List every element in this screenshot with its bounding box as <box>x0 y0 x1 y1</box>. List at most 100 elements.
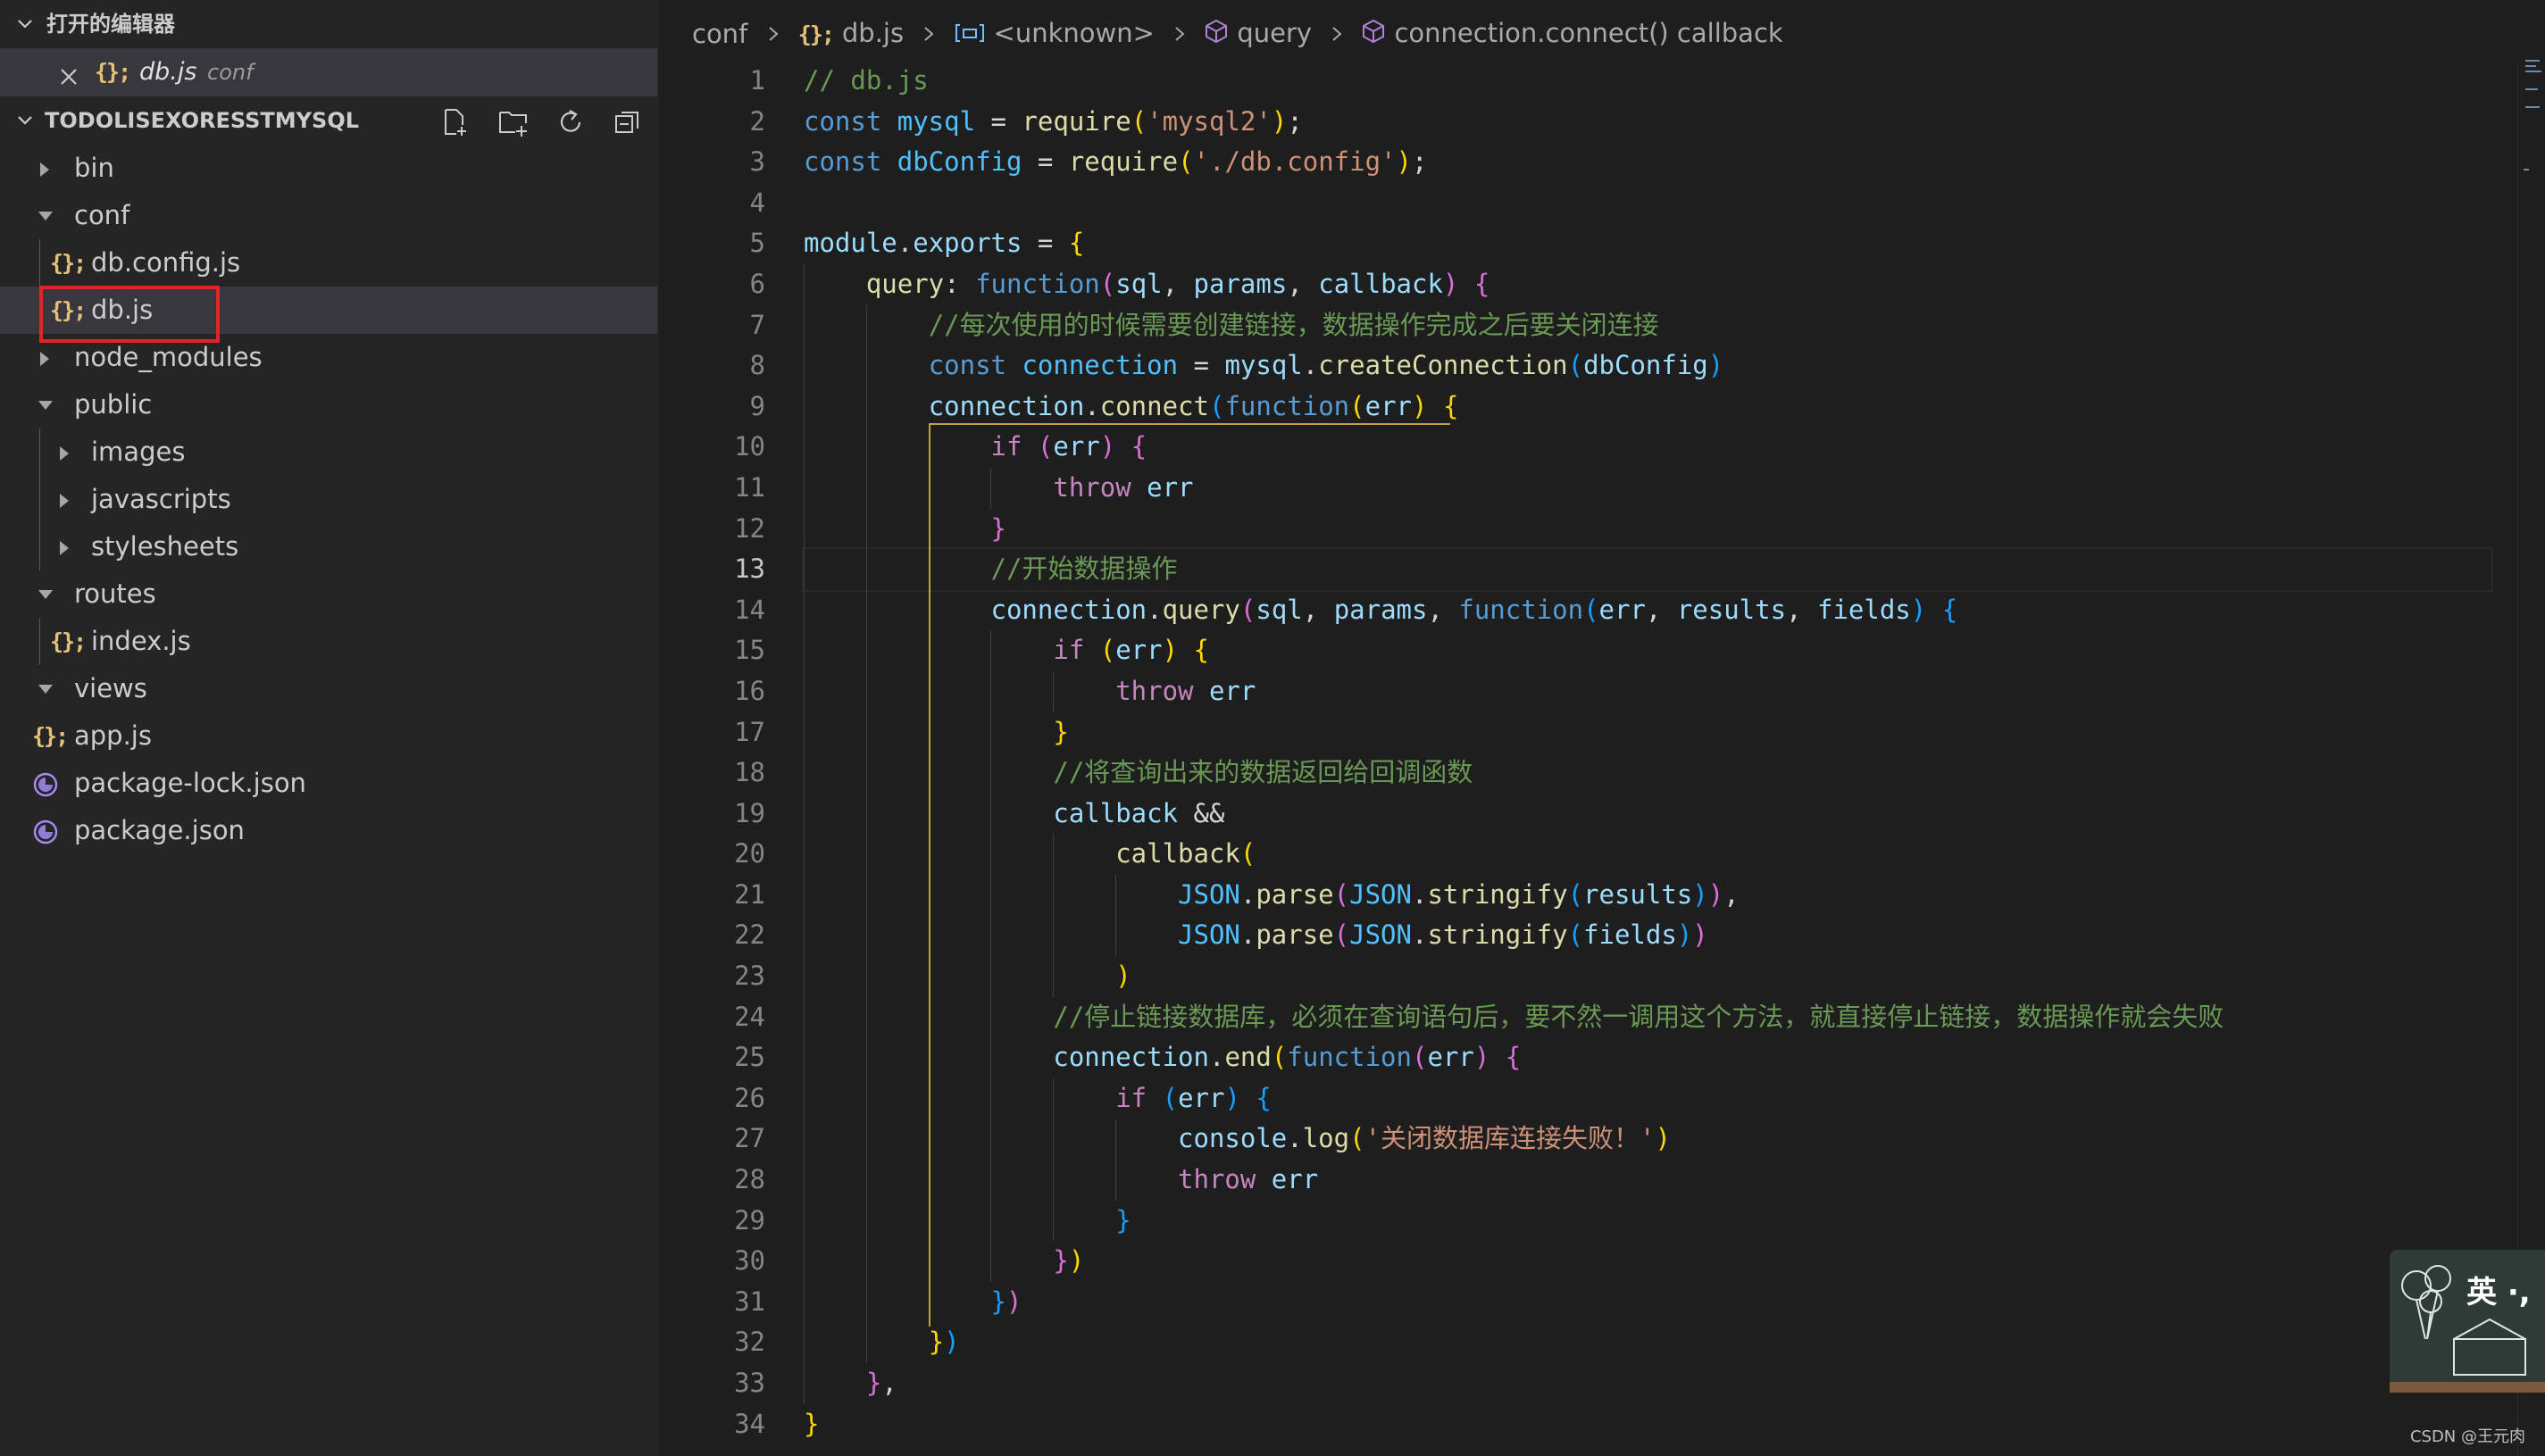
code-area[interactable]: // db.js const mysql = require('mysql2');… <box>802 61 2493 1445</box>
code-line[interactable]: } <box>804 1404 2491 1445</box>
project-header[interactable]: TODOLISEXORESSTMYSQL <box>0 96 657 145</box>
tree-folder-item[interactable]: images <box>0 428 657 476</box>
code-token: } <box>865 1368 882 1398</box>
code-token: err <box>1598 594 1646 625</box>
code-line[interactable]: }, <box>804 1363 2491 1404</box>
collapse-all-icon[interactable] <box>607 96 645 145</box>
line-number: 28 <box>734 1164 765 1195</box>
caret-down-icon[interactable] <box>36 570 55 618</box>
breadcrumb-symbol-query[interactable]: query <box>1205 1 1312 67</box>
breadcrumb-symbol2: query <box>1237 18 1313 48</box>
tree-item-label: stylesheets <box>91 531 239 562</box>
code-token: params <box>1193 268 1288 299</box>
chevron-down-icon[interactable] <box>11 0 38 48</box>
tree-file-item[interactable]: {}; db.config.js <box>0 239 657 287</box>
tree-folder-item[interactable]: routes <box>0 570 657 618</box>
code-line[interactable] <box>804 183 2491 224</box>
open-editor-item[interactable]: {}; db.js conf <box>0 48 657 96</box>
code-line[interactable]: const connection = mysql.createConnectio… <box>804 345 2491 387</box>
tree-folder-item[interactable]: public <box>0 381 657 428</box>
breadcrumb-file-item[interactable]: {}; db.js <box>798 1 904 67</box>
code-token: { <box>1473 268 1490 299</box>
tree-file-item[interactable]: {}; app.js <box>0 712 657 760</box>
code-token: . <box>1084 390 1100 421</box>
code-line[interactable]: connection.connect(function(err) { <box>804 387 2491 428</box>
code-token: err <box>1364 390 1412 421</box>
line-number: 31 <box>734 1285 765 1317</box>
tree-item-label: package-lock.json <box>74 768 306 798</box>
caret-down-icon[interactable] <box>36 381 55 428</box>
code-line[interactable]: //每次使用的时候需要创建链接，数据操作完成之后要关闭连接 <box>804 305 2491 346</box>
caret-right-icon[interactable] <box>55 428 75 476</box>
variable-symbol-icon <box>955 3 985 67</box>
code-line[interactable]: const mysql = require('mysql2'); <box>804 102 2491 143</box>
chevron-right-icon <box>922 2 935 66</box>
breadcrumb-symbol-callback[interactable]: connection.connect() callback <box>1362 1 1783 67</box>
js-file-icon: {}; <box>50 628 87 654</box>
chevron-down-icon[interactable] <box>11 96 38 145</box>
code-line[interactable]: const dbConfig = require('./db.config'); <box>804 142 2491 183</box>
new-file-icon[interactable] <box>435 96 472 145</box>
code-token: ( <box>1567 878 1584 910</box>
caret-down-icon[interactable] <box>36 192 55 239</box>
line-number: 13 <box>734 553 765 585</box>
breadcrumb-dir[interactable]: conf <box>692 2 747 66</box>
code-token: createConnection <box>1318 350 1568 381</box>
code-token: ; <box>1411 146 1428 178</box>
minimap[interactable] <box>2520 54 2545 187</box>
tree-file-item[interactable]: package-lock.json <box>0 760 657 807</box>
code-line[interactable]: module.exports = { <box>804 223 2491 264</box>
tree-folder-item[interactable]: bin <box>0 145 657 192</box>
vertical-scrollbar[interactable] <box>2517 64 2545 1456</box>
code-token: : <box>944 268 976 299</box>
line-number: 22 <box>734 919 765 951</box>
breadcrumb-symbol-unknown[interactable]: <unknown> <box>955 1 1155 67</box>
method-cube-icon <box>1205 3 1228 67</box>
tree-item-label: conf <box>74 200 130 230</box>
tree-file-item[interactable]: {}; index.js <box>0 618 657 665</box>
code-line[interactable]: query: function(sql, params, callback) { <box>804 264 2491 305</box>
refresh-icon[interactable] <box>550 96 588 145</box>
explorer-sidebar: 打开的编辑器 {}; db.js conf TODOLISEXORESSTMYS… <box>0 0 658 1456</box>
line-number: 16 <box>734 675 765 706</box>
close-icon[interactable] <box>55 59 82 86</box>
caret-down-icon[interactable] <box>36 665 55 712</box>
new-folder-icon[interactable] <box>492 96 530 145</box>
ime-status-widget[interactable]: 英 ·, <box>2390 1250 2545 1393</box>
line-number: 7 <box>749 309 765 340</box>
code-token: fields <box>1816 594 1911 625</box>
code-line[interactable]: }) <box>804 1322 2491 1363</box>
tree-folder-item[interactable]: node_modules <box>0 334 657 381</box>
line-number: 1 <box>749 65 765 96</box>
caret-right-icon[interactable] <box>55 476 75 523</box>
code-token: fields <box>1583 919 1677 951</box>
tree-folder-item[interactable]: conf <box>0 192 657 239</box>
caret-right-icon[interactable] <box>36 145 55 192</box>
open-editor-dir: conf <box>207 60 254 85</box>
code-token: ) <box>944 1327 960 1358</box>
code-line[interactable]: // db.js <box>804 61 2491 102</box>
line-number: 20 <box>734 838 765 869</box>
tree-folder-item[interactable]: stylesheets <box>0 523 657 570</box>
tree-item-label: images <box>91 437 186 467</box>
caret-right-icon[interactable] <box>36 334 55 381</box>
code-token: ) <box>1676 919 1693 951</box>
tree-folder-item[interactable]: views <box>0 665 657 712</box>
code-token: // db.js <box>804 65 929 96</box>
tree-file-item[interactable]: package.json <box>0 807 657 854</box>
line-number: 33 <box>734 1368 765 1398</box>
chevron-right-icon <box>1331 2 1343 66</box>
code-token: dbConfig <box>1583 350 1708 381</box>
code-token: , <box>1645 594 1677 625</box>
caret-right-icon[interactable] <box>55 523 75 570</box>
line-number: 19 <box>734 797 765 828</box>
indent-guide <box>39 287 40 334</box>
code-token: mysql <box>1224 350 1303 381</box>
open-editors-header[interactable]: 打开的编辑器 <box>0 0 657 48</box>
tree-folder-item[interactable]: javascripts <box>0 476 657 523</box>
tree-file-item[interactable]: {}; db.js <box>0 287 657 334</box>
code-token: = <box>1022 146 1069 178</box>
line-number: 29 <box>734 1204 765 1236</box>
